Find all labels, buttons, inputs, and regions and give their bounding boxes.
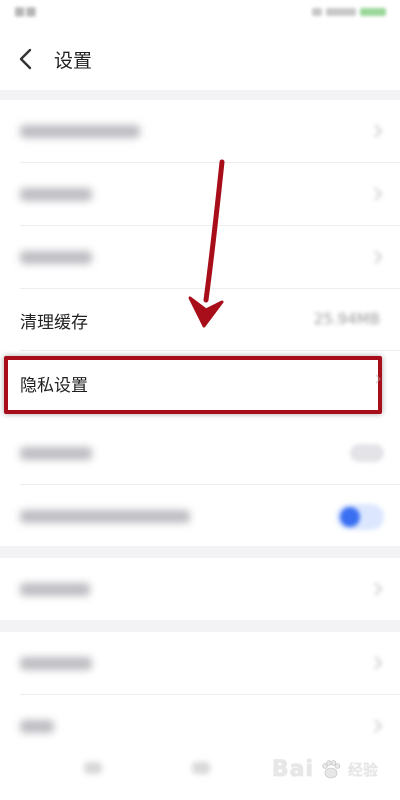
- toggle-switch[interactable]: [350, 444, 384, 462]
- settings-row-privacy[interactable]: 隐私设置: [4, 356, 382, 414]
- signal-icon: [312, 8, 322, 16]
- blurred-label: [20, 720, 54, 733]
- nav-home-icon[interactable]: [192, 762, 210, 774]
- status-icons: [312, 8, 386, 16]
- settings-row-blurred-4[interactable]: [0, 558, 400, 620]
- chevron-right-icon: [374, 719, 383, 733]
- chevron-right-icon: [374, 582, 383, 596]
- cache-size-value: 25.94MB: [313, 310, 380, 328]
- settings-group-toggles: [0, 422, 400, 546]
- watermark-text: 经验: [347, 761, 378, 779]
- settings-row-toggle-1: [0, 422, 400, 484]
- settings-row-blurred-3[interactable]: [0, 226, 400, 288]
- settings-row-blurred-2[interactable]: [0, 163, 400, 225]
- blurred-label: [20, 125, 140, 138]
- blurred-label: [20, 657, 92, 670]
- baidu-watermark: Bai 经验: [272, 757, 378, 782]
- nav-back-icon[interactable]: [84, 762, 102, 774]
- chevron-right-icon: [374, 187, 383, 201]
- chevron-left-icon[interactable]: [14, 46, 40, 72]
- settings-group-misc: [0, 558, 400, 620]
- network-icon: [326, 8, 356, 16]
- blurred-label: [20, 188, 92, 201]
- chevron-right-icon: [375, 374, 381, 384]
- watermark-logo: Bai: [271, 757, 314, 782]
- chevron-right-icon: [374, 250, 383, 264]
- chevron-right-icon: [374, 124, 383, 138]
- page-title: 设置: [54, 50, 93, 72]
- app-header: 设置: [0, 28, 400, 90]
- privacy-settings-label: 隐私设置: [20, 376, 88, 396]
- chevron-right-icon: [374, 656, 383, 670]
- settings-row-blurred-5[interactable]: [0, 632, 400, 694]
- blurred-label: [20, 447, 92, 460]
- status-bar: ■■: [0, 0, 400, 28]
- clear-cache-label: 清理缓存: [20, 313, 88, 333]
- settings-row-clear-cache[interactable]: 清理缓存 25.94MB: [0, 289, 400, 351]
- blurred-label: [20, 251, 92, 264]
- settings-row-blurred-6[interactable]: [0, 695, 400, 757]
- baidu-paw-icon: [322, 759, 341, 778]
- settings-row-toggle-2: [0, 485, 400, 547]
- blurred-label: [20, 583, 90, 596]
- settings-row-blurred-1[interactable]: [0, 100, 400, 162]
- toggle-switch[interactable]: [336, 504, 384, 530]
- blurred-label: [20, 510, 190, 523]
- battery-icon: [360, 8, 386, 16]
- divider: [20, 350, 400, 351]
- status-time: ■■: [14, 4, 37, 18]
